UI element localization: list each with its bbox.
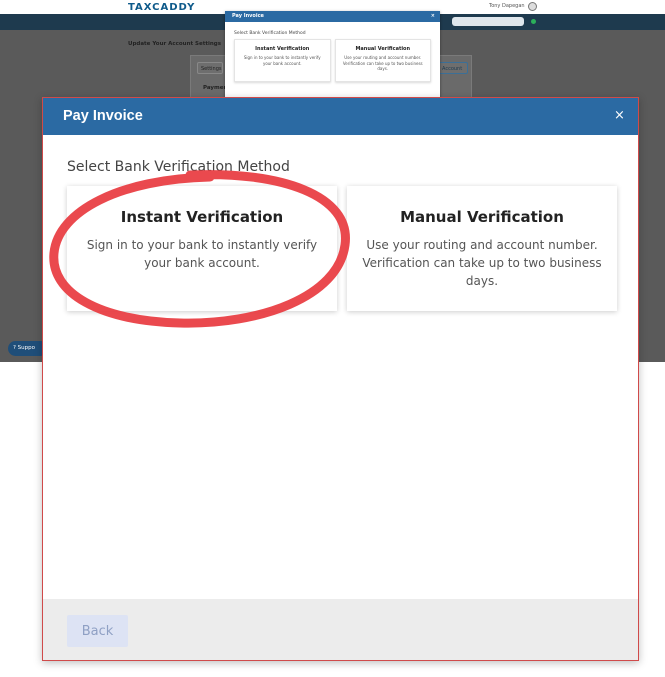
tab-settings[interactable]: Settings xyxy=(197,62,223,74)
instant-verification-card[interactable]: Instant Verification Sign in to your ban… xyxy=(67,186,337,311)
mini-pay-invoice-modal: Pay Invoice × Select Bank Verification M… xyxy=(225,11,440,99)
mini-card-title: Manual Verification xyxy=(355,46,411,52)
card-title: Manual Verification xyxy=(400,208,564,226)
card-description: Use your routing and account number. Ver… xyxy=(362,238,602,288)
search-input[interactable] xyxy=(452,17,524,26)
mini-modal-title: Pay Invoice xyxy=(232,13,264,19)
modal-title: Pay Invoice xyxy=(63,108,143,124)
tab-account[interactable]: Account xyxy=(438,62,468,74)
modal-header: Pay Invoice × xyxy=(43,98,638,135)
mini-instant-verification-card[interactable]: Instant Verification Sign in to your ban… xyxy=(234,39,331,82)
card-title: Instant Verification xyxy=(120,208,284,226)
page-title: Update Your Account Settings xyxy=(128,41,222,47)
card-description: Sign in to your bank to instantly verify… xyxy=(86,238,318,270)
modal-subtitle: Select Bank Verification Method xyxy=(67,159,290,175)
payments-label: Paymen xyxy=(203,85,228,91)
back-button[interactable]: Back xyxy=(67,615,128,647)
mini-card-list: Instant Verification Sign in to your ban… xyxy=(225,36,440,82)
pay-invoice-modal: Pay Invoice × Select Bank Verification M… xyxy=(42,97,639,661)
user-menu[interactable]: Tony Dapegan xyxy=(489,3,525,9)
modal-footer: Back xyxy=(43,599,638,660)
status-dot-icon xyxy=(531,19,536,24)
mini-card-description: Use your routing and account number. Ver… xyxy=(342,55,423,71)
avatar-icon[interactable] xyxy=(528,2,537,11)
close-icon[interactable]: × xyxy=(431,13,435,19)
mini-modal-subtitle: Select Bank Verification Method xyxy=(234,31,306,36)
support-label: Suppo xyxy=(17,345,35,351)
help-icon: ? xyxy=(13,345,16,351)
mini-card-title: Instant Verification xyxy=(255,46,310,52)
taxcaddy-logo: TAXCADDY xyxy=(128,2,196,13)
mini-manual-verification-card[interactable]: Manual Verification Use your routing and… xyxy=(334,39,431,82)
close-icon[interactable]: × xyxy=(614,108,625,124)
mini-card-description: Sign in to your bank to instantly verify… xyxy=(243,55,321,66)
mini-modal-header: Pay Invoice × xyxy=(225,11,440,22)
manual-verification-card[interactable]: Manual Verification Use your routing and… xyxy=(347,186,617,311)
